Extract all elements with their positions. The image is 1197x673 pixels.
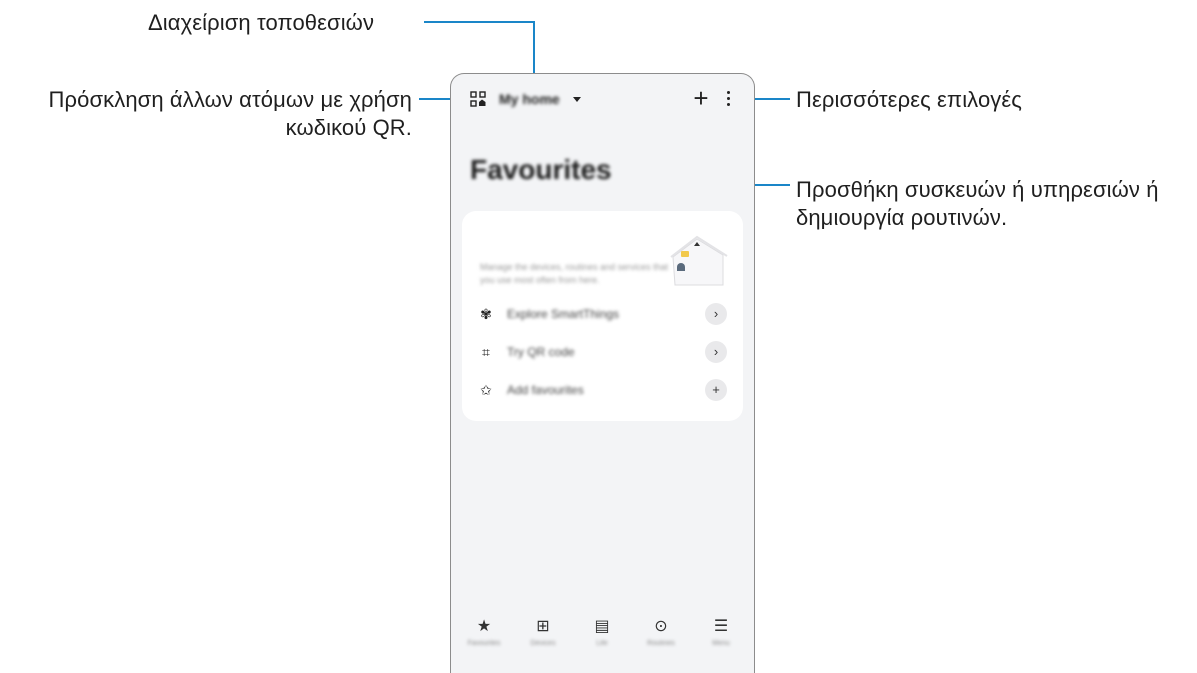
tab-favourites[interactable]: ★ Favourites <box>464 616 504 666</box>
chevron-right-icon[interactable]: › <box>705 341 727 363</box>
callout-invite-qr-line1: Πρόσκληση άλλων ατόμων με χρήση <box>48 87 412 112</box>
plus-icon[interactable]: + <box>705 379 727 401</box>
tab-routines[interactable]: ⊙ Routines <box>641 616 681 666</box>
tab-menu[interactable]: ☰ Menu <box>701 616 741 666</box>
devices-icon: ✾ <box>480 306 492 322</box>
chevron-down-icon[interactable] <box>573 97 581 102</box>
notes-icon: ▤ <box>594 618 610 635</box>
phone-screen: My home + Favourites Manage the devices,… <box>450 73 755 673</box>
page-title: Favourites <box>470 154 612 185</box>
star-outline-icon: ✩ <box>480 382 492 398</box>
play-circle-icon: ⊙ <box>654 618 668 635</box>
callout-add-devices-line2: δημιουργία ρουτινών. <box>796 205 1008 230</box>
tab-label: Routines <box>647 640 675 647</box>
add-button[interactable]: + <box>690 85 712 111</box>
grid-icon: ⊞ <box>536 618 550 635</box>
qr-home-icon: ⌗ <box>482 344 490 360</box>
chevron-right-icon[interactable]: › <box>705 303 727 325</box>
callout-more-options: Περισσότερες επιλογές <box>796 87 1022 112</box>
favourites-card: Manage the devices, routines and service… <box>462 211 743 421</box>
list-item[interactable]: ⌗ Try QR code › <box>462 338 743 368</box>
tab-label: Favourites <box>467 640 501 647</box>
callout-invite-qr-line2: κωδικού QR. <box>285 115 412 140</box>
list-item-label: Add favourites <box>507 383 584 397</box>
qr-invite-icon[interactable] <box>470 91 486 107</box>
top-app-bar: My home + <box>451 74 754 126</box>
callout-manage-locations: Διαχείριση τοποθεσιών <box>148 10 375 35</box>
tab-devices[interactable]: ⊞ Devices <box>523 616 563 666</box>
tab-label: Menu <box>712 640 730 647</box>
list-item-label: Explore SmartThings <box>507 307 620 321</box>
more-options-icon[interactable] <box>725 88 733 108</box>
tab-label: Devices <box>530 640 556 647</box>
callout-invite-qr: Πρόσκληση άλλων ατόμων με χρήση κωδικού … <box>8 86 412 142</box>
house-illustration-icon <box>670 235 728 286</box>
bottom-navigation: ★ Favourites ⊞ Devices ▤ Life ⊙ Routines… <box>451 616 754 666</box>
list-item-label: Try QR code <box>507 345 575 359</box>
callout-add-devices: Προσθήκη συσκευών ή υπηρεσιών ή δημιουργ… <box>796 176 1159 232</box>
star-icon: ★ <box>476 618 492 635</box>
menu-icon: ☰ <box>713 618 729 635</box>
tab-life[interactable]: ▤ Life <box>582 616 622 666</box>
callout-add-devices-line1: Προσθήκη συσκευών ή υπηρεσιών ή <box>796 177 1159 202</box>
tab-label: Life <box>596 640 608 647</box>
card-description: Manage the devices, routines and service… <box>480 262 669 285</box>
location-selector[interactable]: My home <box>499 91 560 107</box>
leader-manage-locations-h <box>424 21 534 23</box>
list-item[interactable]: ✩ Add favourites + <box>462 376 743 406</box>
list-item[interactable]: ✾ Explore SmartThings › <box>462 300 743 330</box>
